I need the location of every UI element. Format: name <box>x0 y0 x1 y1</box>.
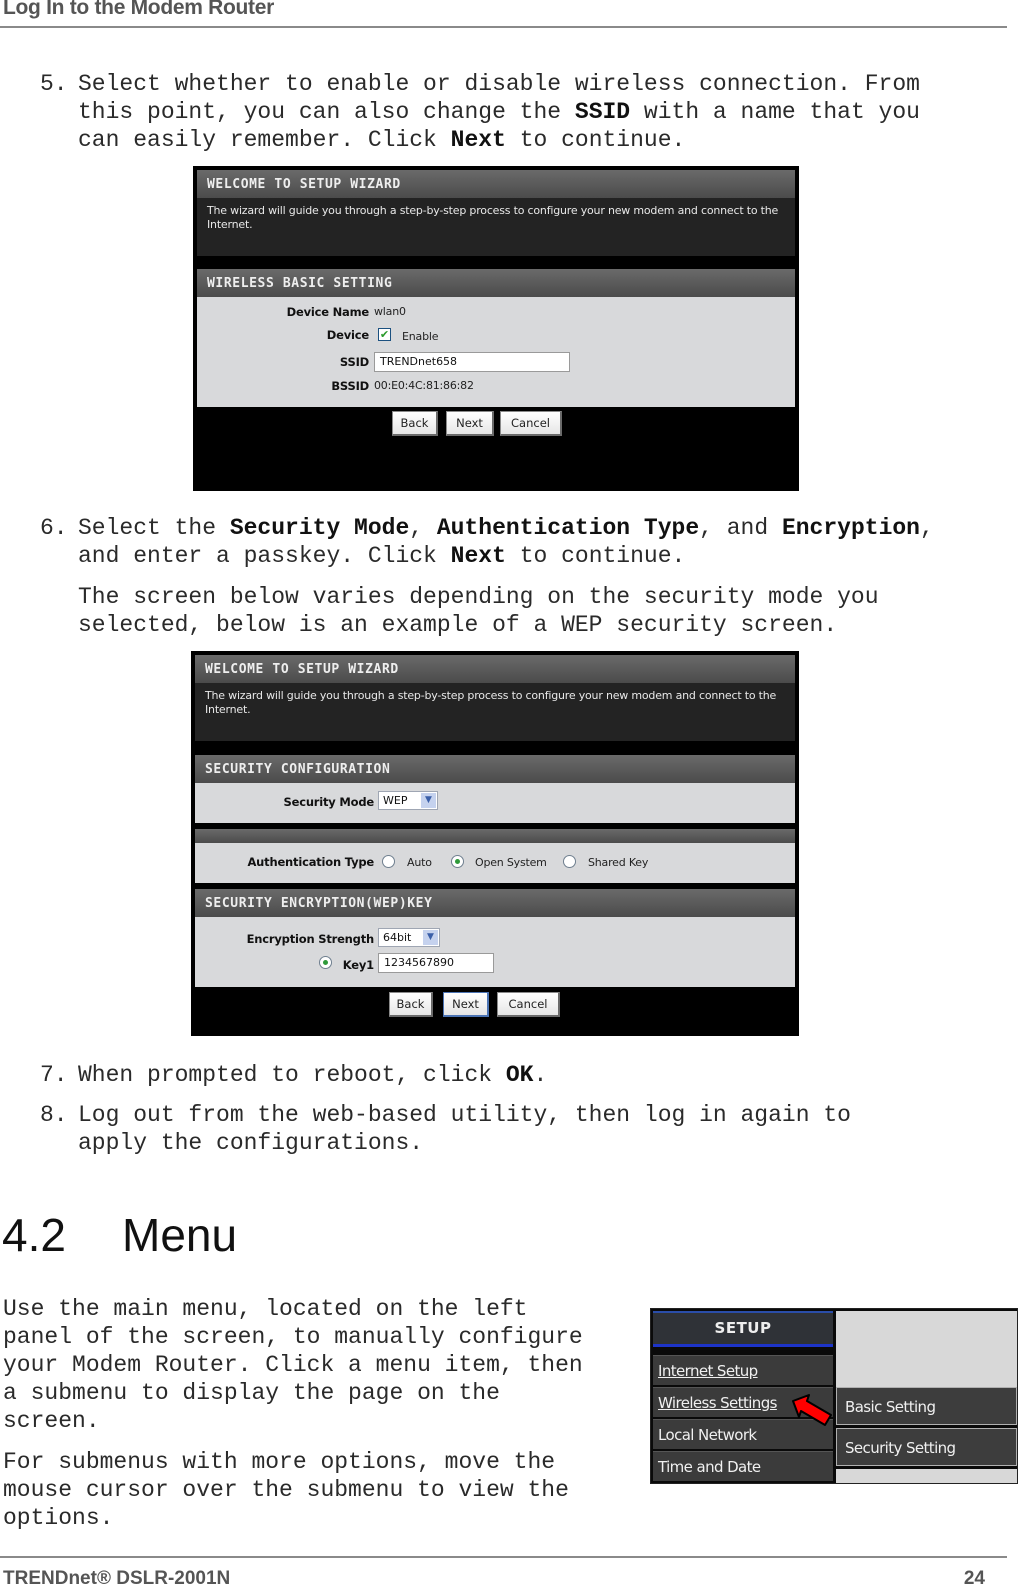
menu-blank-area <box>836 1469 1017 1483</box>
security-mode-select[interactable]: WEP ▼ <box>378 791 438 810</box>
step-note: selected, below is an example of a WEP s… <box>78 612 838 638</box>
welcome-description: The wizard will guide you through a step… <box>197 198 795 256</box>
section-number: 4.2 <box>2 1209 66 1261</box>
step-text: Select whether to enable or disable wire… <box>78 71 920 97</box>
wireless-section-title: WIRELESS BASIC SETTING <box>197 269 795 297</box>
key1-label: Key1 <box>342 958 374 972</box>
submenu-item-security-setting[interactable]: Security Setting <box>836 1428 1017 1466</box>
step-text: apply the configurations. <box>78 1130 424 1156</box>
encryption-strength-label: Encryption Strength <box>246 932 375 946</box>
running-header: Log In to the Modem Router <box>3 0 275 19</box>
device-label: Device <box>326 328 369 342</box>
step-number: 6. <box>40 515 68 541</box>
paragraph-line: mouse cursor over the submenu to view th… <box>3 1477 569 1503</box>
cancel-button[interactable]: Cancel <box>500 411 562 436</box>
enable-checkbox[interactable]: ✔ <box>378 328 391 341</box>
step-text: and enter a passkey. Click Next to conti… <box>78 543 686 569</box>
pointer-arrow-icon <box>792 1394 832 1426</box>
security-config-title: SECURITY CONFIGURATION <box>195 755 795 783</box>
encryption-section-title: SECURITY ENCRYPTION(WEP)KEY <box>195 889 795 917</box>
wireless-settings-panel: Device Name wlan0 Device ✔ Enable SSID T… <box>197 297 795 407</box>
step-number: 7. <box>40 1062 68 1088</box>
welcome-title-bar: WELCOME TO SETUP WIZARD <box>195 655 795 683</box>
step-number: 5. <box>40 71 68 97</box>
section-heading: 4.2 Menu <box>2 1208 237 1262</box>
next-button[interactable]: Next <box>446 411 494 436</box>
step-text: Log out from the web-based utility, then… <box>78 1102 851 1128</box>
chevron-down-icon: ▼ <box>423 930 438 945</box>
back-button[interactable]: Back <box>392 411 438 436</box>
paragraph-line: a submenu to display the page on the <box>3 1380 500 1406</box>
auth-shared-key-label: Shared Key <box>588 856 649 869</box>
encryption-strength-select[interactable]: 64bit ▼ <box>378 928 440 947</box>
menu-item-internet-setup[interactable]: Internet Setup <box>653 1355 833 1385</box>
cancel-button[interactable]: Cancel <box>497 992 560 1017</box>
auth-open-system-label: Open System <box>475 856 547 869</box>
welcome-title-bar: WELCOME TO SETUP WIZARD <box>197 170 795 198</box>
auth-auto-label: Auto <box>407 856 432 869</box>
step-8: 8. Log out from the web-based utility, t… <box>40 1101 851 1157</box>
menu-description: Use the main menu, located on the left p… <box>3 1295 583 1532</box>
auth-type-panel: Authentication Type Auto Open System Sha… <box>195 843 795 883</box>
footer-divider <box>0 1556 1007 1558</box>
chevron-down-icon: ▼ <box>421 793 436 808</box>
paragraph-line: screen. <box>3 1408 100 1434</box>
paragraph-line: For submenus with more options, move the <box>3 1449 556 1475</box>
step-5: 5. Select whether to enable or disable w… <box>40 70 920 154</box>
welcome-description: The wizard will guide you through a step… <box>195 683 795 741</box>
key1-input[interactable]: 1234567890 <box>378 953 494 973</box>
step-6: 6. Select the Security Mode, Authenticat… <box>40 514 934 639</box>
ssid-label: SSID <box>339 355 369 369</box>
auth-section-bar <box>195 829 795 843</box>
enable-label: Enable <box>402 330 439 343</box>
wizard-wireless-screenshot: WELCOME TO SETUP WIZARD The wizard will … <box>193 166 799 491</box>
step-text: can easily remember. Click Next to conti… <box>78 127 686 153</box>
menu-screenshot: SETUP Internet Setup Wireless Settings L… <box>650 1308 1018 1484</box>
step-text: When prompted to reboot, click OK. <box>78 1062 548 1088</box>
page-number: 24 <box>963 1568 985 1589</box>
auth-shared-key-radio[interactable] <box>563 855 576 868</box>
paragraph-line: your Modem Router. Click a menu item, th… <box>3 1352 583 1378</box>
auth-auto-radio[interactable] <box>382 855 395 868</box>
wizard-security-screenshot: WELCOME TO SETUP WIZARD The wizard will … <box>191 651 799 1036</box>
header-divider <box>0 26 1007 28</box>
step-7: 7. When prompted to reboot, click OK. <box>40 1061 547 1089</box>
next-button[interactable]: Next <box>443 992 489 1017</box>
auth-open-system-radio[interactable] <box>451 855 464 868</box>
section-title: Menu <box>122 1209 238 1261</box>
menu-blank-area <box>836 1311 1017 1387</box>
security-mode-panel: Security Mode WEP ▼ <box>195 783 795 823</box>
back-button[interactable]: Back <box>389 992 433 1017</box>
menu-heading: SETUP <box>653 1311 833 1347</box>
bssid-value: 00:E0:4C:81:86:82 <box>374 379 474 392</box>
paragraph-line: options. <box>3 1505 114 1531</box>
menu-item-time-and-date[interactable]: Time and Date <box>653 1451 833 1481</box>
encryption-panel: Encryption Strength 64bit ▼ Key1 12345678… <box>195 917 795 987</box>
key1-radio[interactable] <box>319 956 332 969</box>
step-number: 8. <box>40 1102 68 1128</box>
footer-brand: TRENDnet® DSLR-2001N <box>3 1568 231 1589</box>
paragraph-line: panel of the screen, to manually configu… <box>3 1324 583 1350</box>
auth-type-label: Authentication Type <box>247 855 374 869</box>
paragraph-line: Use the main menu, located on the left <box>3 1296 528 1322</box>
ssid-input[interactable]: TRENDnet658 <box>374 352 570 372</box>
device-name-value: wlan0 <box>374 305 406 318</box>
step-text: Select the Security Mode, Authentication… <box>78 515 934 541</box>
step-note: The screen below varies depending on the… <box>78 584 879 610</box>
step-text: this point, you can also change the SSID… <box>78 99 920 125</box>
bssid-label: BSSID <box>331 379 369 393</box>
security-mode-label: Security Mode <box>283 795 375 809</box>
device-name-label: Device Name <box>286 305 370 319</box>
submenu-item-basic-setting[interactable]: Basic Setting <box>836 1387 1017 1425</box>
